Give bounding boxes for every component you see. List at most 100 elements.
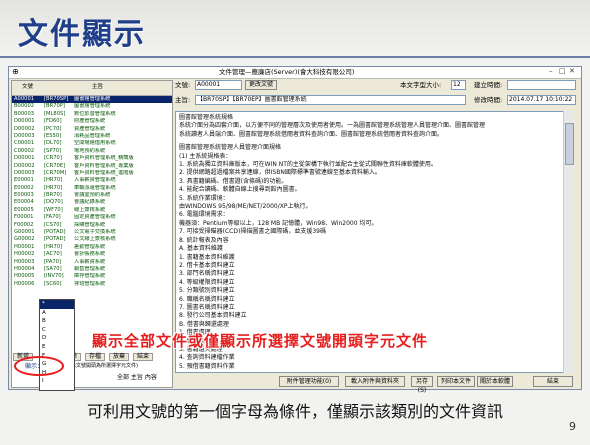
modified-field[interactable]: 2014.07.17 10:10:22 <box>507 95 576 105</box>
list-cell-code: [HR70] <box>44 177 63 184</box>
list-item[interactable]: B00002 [BR70P] 圖書館管理系統 <box>12 103 172 110</box>
dropdown-option[interactable]: * <box>40 300 74 309</box>
dropdown-option[interactable]: D <box>40 334 74 343</box>
list-cell-title: 人事薪資管理系統 <box>74 177 116 184</box>
slide-title: 文件顯示 <box>18 17 146 52</box>
dropdown-option[interactable]: C <box>40 326 74 335</box>
list-cell-title: 固定資產管理系統 <box>74 214 116 221</box>
list-cell-code: [FA70] <box>44 214 61 221</box>
annotation-circle <box>14 356 64 376</box>
dropdown-option[interactable]: E <box>40 343 74 352</box>
list-cell-no: B00003 <box>14 110 35 117</box>
body-line: 系統介面分為四套介面，以方便不同的管理層次及使用者使用。一為圖書館管理系統管理人… <box>179 122 486 130</box>
list-item[interactable]: H00005 [INV70] 庫存管理系統 <box>12 273 172 280</box>
list-item[interactable]: F00001 [FA70] 固定資產管理系統 <box>12 214 172 221</box>
list-item[interactable]: D00002 [CR70E] 客戶資料管理系統_專業版 <box>12 163 172 170</box>
maximize-icon[interactable]: □ <box>559 68 566 75</box>
subject-field[interactable]: 【BR70SP】【BR70EP】圖書館管理系統 <box>195 95 466 105</box>
list-item[interactable]: G00002 [POTAD] 公文線上簽核系統 <box>12 236 172 243</box>
list-item[interactable]: E00004 [DQ70] 會議紀錄系統 <box>12 199 172 206</box>
list-cell-title: 銷售管理系統 <box>74 265 106 272</box>
list-item[interactable]: H00003 [PA70] 人事薪資系統 <box>12 259 172 266</box>
exit-button[interactable]: 結束 <box>533 376 573 387</box>
list-cell-title: 會議紀錄系統 <box>74 199 106 206</box>
list-item[interactable]: H00002 [AC70] 會計帳務系統 <box>12 251 172 258</box>
body-line: 8. 統計報表及內容 <box>179 236 229 244</box>
list-cell-title: 會議室預約系統 <box>74 192 111 199</box>
dropdown-option[interactable]: I <box>40 377 74 386</box>
list-item[interactable]: D00001 [FD60] 財產管理系統 <box>12 118 172 125</box>
list-item[interactable]: B00003 [ML80S] 數位影音管理系統 <box>12 111 172 118</box>
list-cell-no: D00003 <box>14 169 35 176</box>
close-icon[interactable]: ✕ <box>569 68 575 75</box>
body-line: 2. 借卡基本資料建立 <box>179 261 235 269</box>
list-cell-code: [AC70] <box>44 251 62 258</box>
prefix-dropdown-list[interactable]: * A B C D E F G H I <box>39 299 75 391</box>
body-line: 7. 可接受掃瞄器(CCD)掃描圖書之國際碼，並支援39碼 <box>179 228 326 236</box>
sort-options[interactable]: 全部 主旨 內容 <box>117 375 157 381</box>
about-button[interactable]: 關於本軟體 <box>477 376 513 387</box>
list-item[interactable]: E00003 [BR70] 會議室預約系統 <box>12 192 172 199</box>
window-title: 文件管理—應廉店(Server)(會大科技有限公司) <box>219 68 355 76</box>
save-as-button[interactable]: 另存(S) <box>411 376 433 394</box>
list-cell-title: 圖書館管理系統 <box>74 96 111 102</box>
fontsize-select[interactable]: 12 <box>451 80 466 90</box>
no-field[interactable]: A00001 <box>195 80 242 90</box>
list-cell-code: [PC70] <box>44 125 62 132</box>
list-cell-no: C00001 <box>14 140 35 147</box>
rename-button[interactable]: 更改文號 <box>245 80 277 90</box>
content-scrollbar[interactable] <box>563 111 574 373</box>
list-cell-code: [CR70] <box>44 155 62 162</box>
minimize-icon[interactable]: – <box>549 68 553 75</box>
body-line: 6. 電腦環境需求： <box>179 211 229 219</box>
modified-label: 修改時間: <box>474 96 503 104</box>
list-cell-title: 圖書館管理系統 <box>74 103 111 110</box>
list-item[interactable]: A00001 [BR70SP] 圖書館管理系統 <box>12 96 172 104</box>
list-cell-title: 排班管理系統 <box>74 280 106 287</box>
list-item[interactable]: C00002 [SP70] 場地預約系統 <box>12 148 172 155</box>
list-button[interactable]: 放棄 <box>109 353 130 361</box>
list-item[interactable]: G00001 [POTAD] 公文電子交換系統 <box>12 229 172 236</box>
list-cell-title: 公文電子交換系統 <box>74 229 116 236</box>
list-item[interactable]: E00002 [HR70] 車輛派遣管理系統 <box>12 185 172 192</box>
dropdown-option[interactable]: A <box>40 309 74 318</box>
app-icon: ⊕ <box>12 67 19 76</box>
list-item[interactable]: F00002 [CS70] 採購管理系統 <box>12 222 172 229</box>
list-cell-no: H00003 <box>14 258 35 265</box>
column-header-title[interactable]: 主旨 <box>92 84 103 91</box>
list-cell-no: E00002 <box>14 184 34 191</box>
list-button[interactable]: 存檔 <box>85 353 106 361</box>
list-cell-title: 人事薪資系統 <box>74 258 106 265</box>
list-cell-no: E00005 <box>14 206 34 213</box>
list-cell-code: [WF70] <box>44 206 63 213</box>
list-item[interactable]: E00005 [WF70] 線上簽核系統 <box>12 207 172 214</box>
document-form: 文號: A00001 更改文號 本文字型大小: 12 建立時間: 主旨: 【BR… <box>175 80 579 110</box>
list-item[interactable]: H00001 [HR70] 差勤管理系統 <box>12 244 172 251</box>
list-item[interactable]: D00002 [PC70] 資產管理系統 <box>12 126 172 133</box>
list-cell-code: [DQ70] <box>44 199 63 206</box>
dropdown-option[interactable]: B <box>40 317 74 326</box>
page-number: 9 <box>569 420 576 433</box>
column-header-no[interactable]: 文號 <box>22 84 33 91</box>
list-cell-code: [ES50] <box>44 132 62 139</box>
list-item[interactable]: C00001 [DL70] 空間場館借用系統 <box>12 140 172 147</box>
body-line: 3. 具書籍編碼、借書證(含條碼)的功能。 <box>179 177 288 185</box>
list-item[interactable]: H00006 [SC60] 排班管理系統 <box>12 281 172 288</box>
created-field[interactable] <box>507 80 576 90</box>
list-item[interactable]: D00001 [CR70] 客戶資料管理系統_精簡版 <box>12 155 172 162</box>
print-button[interactable]: 列印本文件 <box>437 376 475 387</box>
body-line: A. 基本資料維護 <box>179 245 223 253</box>
load-attachment-button[interactable]: 載入附件與資料夾 <box>345 376 405 387</box>
list-cell-no: B00002 <box>14 103 35 110</box>
list-item[interactable]: D00003 [CR70M] 客戶資料管理系統_進階版 <box>12 170 172 177</box>
list-item[interactable]: D00003 [ES50] 消耗品管理系統 <box>12 133 172 140</box>
list-button[interactable]: 結束 <box>133 353 154 361</box>
list-item[interactable]: E00001 [HR70] 人事薪資管理系統 <box>12 177 172 184</box>
list-cell-code: [BR70SP] <box>44 96 69 102</box>
list-item[interactable]: H00004 [SA70] 銷售管理系統 <box>12 266 172 273</box>
list-cell-no: D00002 <box>14 125 35 132</box>
attachment-button[interactable]: 附件管理功能(0) <box>279 376 339 387</box>
body-line: 4. 能配合讀碼、軟體自線上搜尋到館內圖書。 <box>179 186 301 194</box>
scrollbar-thumb[interactable] <box>565 123 574 165</box>
list-cell-title: 場地預約系統 <box>74 147 106 154</box>
